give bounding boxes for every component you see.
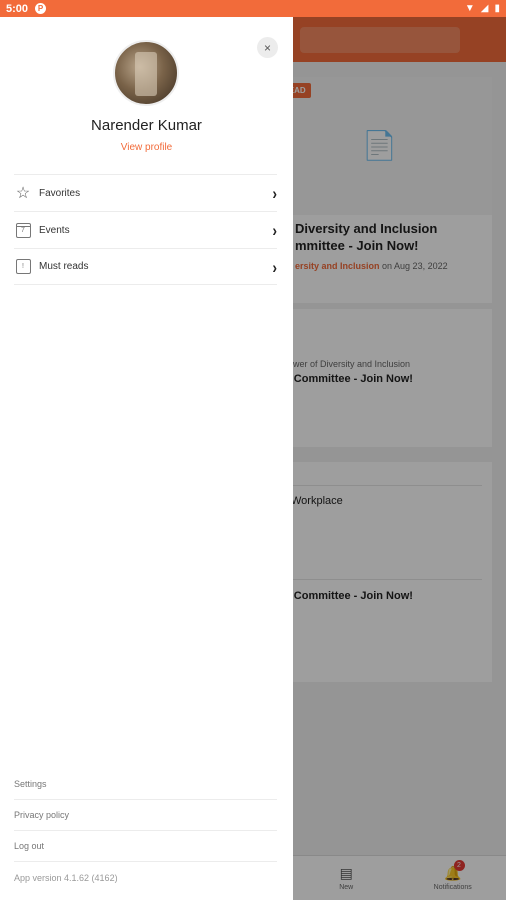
menu-item-favorites[interactable]: ☆ Favorites › xyxy=(14,174,277,211)
settings-link[interactable]: Settings xyxy=(14,769,277,800)
drawer-menu: ☆ Favorites › 7 Events › ! Must reads › xyxy=(14,174,277,285)
app-version: App version 4.1.62 (4162) xyxy=(14,872,118,883)
battery-icon: ▮ xyxy=(494,3,500,14)
menu-item-label: Must reads xyxy=(39,261,89,272)
wifi-icon: ▼ xyxy=(464,3,475,14)
star-icon: ☆ xyxy=(15,185,31,202)
status-icons: ▼ ◢ ▮ xyxy=(465,3,500,14)
view-profile-link[interactable]: View profile xyxy=(0,142,293,153)
chevron-right-icon: › xyxy=(272,256,277,277)
chevron-right-icon: › xyxy=(272,220,277,240)
menu-item-events[interactable]: 7 Events › xyxy=(14,211,277,248)
close-icon: × xyxy=(263,40,271,55)
signal-icon: ◢ xyxy=(480,3,489,14)
close-button[interactable]: × xyxy=(257,37,278,58)
menu-item-must-reads[interactable]: ! Must reads › xyxy=(14,248,277,285)
privacy-policy-link[interactable]: Privacy policy xyxy=(14,800,277,831)
calendar-icon: 7 xyxy=(14,221,32,239)
status-time: 5:00 xyxy=(6,2,29,15)
status-bar: 5:00 P ▼ ◢ ▮ xyxy=(0,0,506,17)
navigation-drawer: × Narender Kumar View profile ☆ Favorite… xyxy=(0,17,293,900)
drawer-footer: Settings Privacy policy Log out App vers… xyxy=(14,769,277,893)
bookmark-icon: ! xyxy=(14,258,32,276)
menu-item-label: Events xyxy=(39,224,70,236)
avatar-photo xyxy=(135,52,157,96)
chevron-right-icon: › xyxy=(272,183,277,203)
user-name: Narender Kumar xyxy=(91,117,202,134)
app-notification-icon: P xyxy=(35,3,47,14)
avatar[interactable] xyxy=(113,40,179,106)
menu-item-label: Favorites xyxy=(39,187,81,199)
logout-button[interactable]: Log out xyxy=(14,831,277,862)
